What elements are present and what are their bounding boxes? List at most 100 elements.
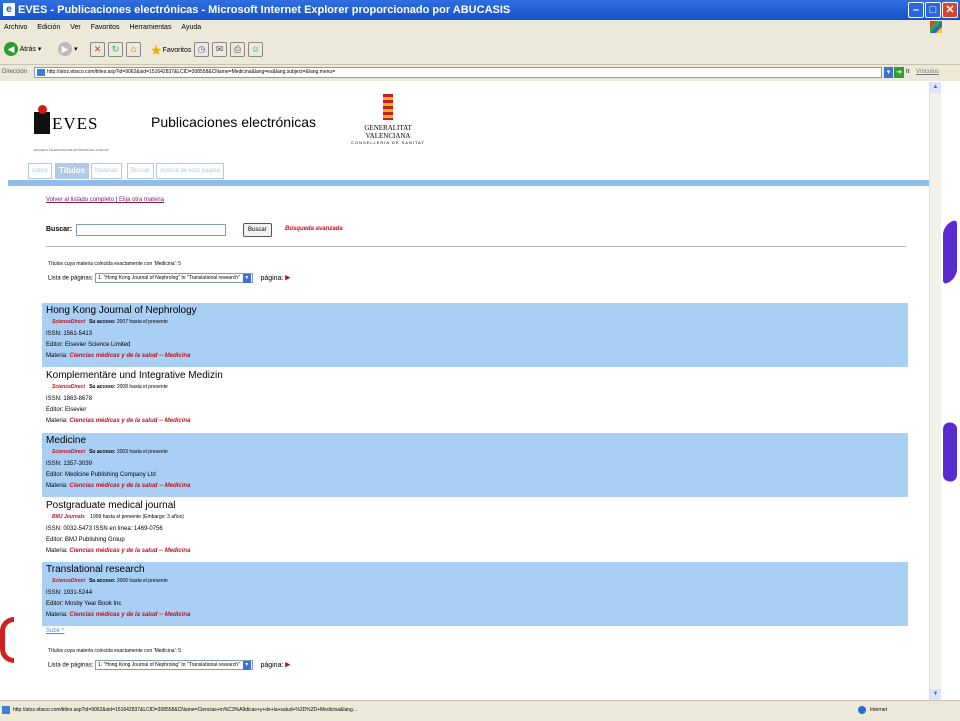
refresh-button[interactable]: ↻ <box>108 42 123 58</box>
access-label: Su acceso: <box>89 384 116 390</box>
go-arrow-icon[interactable]: ➜ <box>894 67 904 78</box>
journal-title[interactable]: Komplementäre und Integrative Medizin <box>46 370 223 381</box>
forward-button[interactable]: ▶ ▾ <box>58 42 77 58</box>
subject-link[interactable]: Ciencias médicas y de la salud -- Medici… <box>69 353 190 359</box>
journal-title[interactable]: Postgraduate medical journal <box>46 500 176 511</box>
list-item: Translational research ScienceDirect Su a… <box>42 562 908 626</box>
tab-materias[interactable]: Materias <box>91 163 123 179</box>
address-label: Dirección <box>2 69 28 75</box>
list-item: Komplementäre und Integrative Medizin Sc… <box>42 368 908 432</box>
page-list-select[interactable]: 1. "Hong Kong Journal of Nephrolog" to "… <box>95 660 253 670</box>
page-icon <box>37 69 45 76</box>
stop-button[interactable]: ✕ <box>90 42 105 58</box>
subject-label: Materia: <box>46 612 68 618</box>
issn: ISSN: 1931-5244 <box>46 590 93 596</box>
history-button[interactable]: ◷ <box>194 42 209 58</box>
next-page-icon[interactable]: ▶ <box>285 662 290 669</box>
status-bar: http://atoz.ebsco.com/titles.asp?id=9062… <box>0 700 960 721</box>
subject-link[interactable]: Ciencias médicas y de la salud -- Medici… <box>69 418 190 424</box>
menu-herramientas[interactable]: Herramientas <box>129 24 171 31</box>
advanced-search-link[interactable]: Búsqueda avanzada <box>285 226 343 232</box>
minimize-button[interactable]: – <box>908 2 924 18</box>
menu-ver[interactable]: Ver <box>70 24 81 31</box>
access-info: ScienceDirect Su acceso: 2008 hasta el pr… <box>52 384 168 390</box>
subject-link[interactable]: Ciencias médicas y de la salud -- Medici… <box>69 483 190 489</box>
scroll-down-icon[interactable]: ▼ <box>930 689 941 700</box>
access-range: 2003 hasta el presente <box>116 449 168 455</box>
address-url: http://atoz.ebsco.com/titles.asp?id=9062… <box>47 69 336 75</box>
subject-line: Materia: Ciencias médicas y de la salud … <box>46 353 190 359</box>
access-info: BMJ Journals 1999 hasta el presente (Emb… <box>52 514 184 520</box>
favorites-button[interactable]: ★Favoritos <box>150 42 191 58</box>
window-title-bar: e EVES - Publicaciones electrónicas - Mi… <box>0 0 960 20</box>
provider-link[interactable]: ScienceDirect <box>52 578 85 584</box>
home-button[interactable]: ⌂ <box>126 42 141 58</box>
journal-title[interactable]: Medicine <box>46 435 86 446</box>
next-page-icon[interactable]: ▶ <box>285 275 290 282</box>
other-subject-link[interactable]: Elija otra materia <box>119 197 164 203</box>
search-label: Buscar: <box>46 226 73 233</box>
back-to-list-link[interactable]: Volver al listado completo <box>46 197 114 203</box>
provider-link[interactable]: ScienceDirect <box>52 449 85 455</box>
status-url: http://atoz.ebsco.com/titles.asp?id=9062… <box>13 707 357 713</box>
links-toolbar-label[interactable]: Vínculos <box>916 69 939 75</box>
menu-edicion[interactable]: Edición <box>37 24 60 31</box>
back-to-top-link[interactable]: Subir ^ <box>46 628 65 634</box>
messenger-button[interactable]: ☺ <box>248 42 263 58</box>
search-button[interactable]: Buscar <box>243 223 272 237</box>
editor: Editor: Elsevier Science Limited <box>46 342 131 348</box>
menu-archivo[interactable]: Archivo <box>4 24 27 31</box>
vertical-scrollbar[interactable]: ▲ ▼ <box>929 82 941 700</box>
menu-bar: Archivo Edición Ver Favoritos Herramient… <box>0 20 960 36</box>
tab-buscar[interactable]: Buscar <box>127 163 154 179</box>
mail-icon: ✉ <box>212 42 227 57</box>
history-icon: ◷ <box>194 42 209 57</box>
window-title: EVES - Publicaciones electrónicas - Micr… <box>18 4 511 16</box>
access-range: 2008 hasta el presente <box>116 384 168 390</box>
divider <box>46 246 906 247</box>
address-dropdown-icon[interactable]: ▾ <box>884 67 893 78</box>
search-input[interactable] <box>76 224 226 236</box>
mail-button[interactable]: ✉ <box>212 42 227 58</box>
page-list-label: Lista de páginas: <box>48 275 94 282</box>
subject-label: Materia: <box>46 483 68 489</box>
eves-logo-subtitle: ESCUELA VALENCIANA DE ESTUDIOS DE LA SAL… <box>34 148 109 152</box>
tab-titulos[interactable]: Titulos <box>55 163 90 179</box>
maximize-button[interactable]: □ <box>925 2 941 18</box>
access-label: Su acceso: <box>89 449 116 455</box>
results-count-bottom: Títulos cuya materia coincida exactament… <box>48 648 182 654</box>
issn: ISSN: 0032-5473 ISSN en línea: 1469-0756 <box>46 526 163 532</box>
address-field[interactable]: http://atoz.ebsco.com/titles.asp?id=9062… <box>34 67 882 78</box>
tab-acerca[interactable]: Acerca de esta página <box>156 163 224 179</box>
generalitat-crest-icon <box>383 94 393 120</box>
print-icon: ⎙ <box>230 42 245 57</box>
journal-title[interactable]: Hong Kong Journal of Nephrology <box>46 305 197 316</box>
subject-link[interactable]: Ciencias médicas y de la salud -- Medici… <box>69 548 190 554</box>
page-label: página: <box>260 661 284 669</box>
back-button[interactable]: ◀ Atrás ▾ <box>4 42 41 58</box>
close-button[interactable]: ✕ <box>942 2 958 18</box>
editor: Editor: BMJ Publishing Group <box>46 537 125 543</box>
list-item: Hong Kong Journal of Nephrology ScienceD… <box>42 303 908 367</box>
red-swoosh-decoration <box>0 617 14 663</box>
print-button[interactable]: ⎙ <box>230 42 245 58</box>
menu-favoritos[interactable]: Favoritos <box>91 24 120 31</box>
eves-logo[interactable]: EVES ESCUELA VALENCIANA DE ESTUDIOS DE L… <box>34 104 109 154</box>
provider-link[interactable]: ScienceDirect <box>52 319 85 325</box>
access-info: ScienceDirect Su acceso: 2003 hasta el pr… <box>52 449 168 455</box>
go-button-label[interactable]: Ir <box>906 69 910 75</box>
provider-link[interactable]: BMJ Journals <box>52 514 85 520</box>
eves-logo-text: EVES <box>52 114 99 133</box>
issn: ISSN: 1561-5413 <box>46 331 93 337</box>
editor: Editor: Medicine Publishing Company Ltd <box>46 472 156 478</box>
messenger-icon: ☺ <box>248 42 263 57</box>
journal-title[interactable]: Translational research <box>46 564 145 575</box>
access-range: 2007 hasta el presente <box>116 319 168 325</box>
menu-ayuda[interactable]: Ayuda <box>181 24 201 31</box>
scroll-up-icon[interactable]: ▲ <box>930 82 941 93</box>
page-list-select[interactable]: 1. "Hong Kong Journal of Nephrolog" to "… <box>95 273 253 283</box>
tab-indice[interactable]: Indice <box>28 163 53 179</box>
access-info: ScienceDirect Su acceso: 2007 hasta el pr… <box>52 319 168 325</box>
provider-link[interactable]: ScienceDirect <box>52 384 85 390</box>
subject-link[interactable]: Ciencias médicas y de la salud -- Medici… <box>69 612 190 618</box>
